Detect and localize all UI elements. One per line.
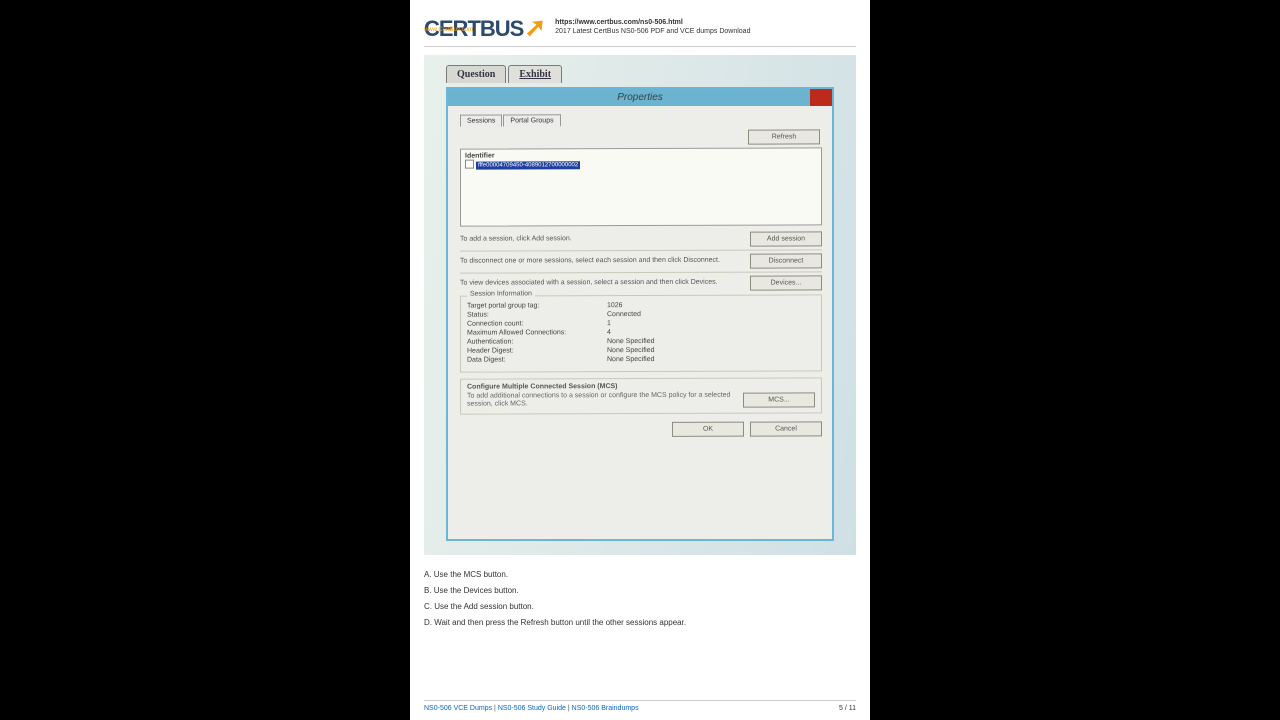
- add-session-button[interactable]: Add session: [750, 231, 822, 246]
- mcs-text: To add additional connections to a sessi…: [467, 392, 743, 410]
- properties-dialog: Properties Sessions Portal Groups Refres…: [446, 87, 834, 541]
- page-header: www.CertBus.com CERTBUS➚ https://www.cer…: [424, 14, 856, 47]
- instr-disconnect: To disconnect one or more sessions, sele…: [460, 257, 750, 266]
- dialog-title: Properties: [448, 89, 832, 106]
- cancel-button[interactable]: Cancel: [750, 421, 822, 436]
- document-page: www.CertBus.com CERTBUS➚ https://www.cer…: [410, 0, 870, 720]
- mcs-title: Configure Multiple Connected Session (MC…: [467, 382, 815, 390]
- mcs-button[interactable]: MCS...: [743, 392, 815, 407]
- session-info-legend: Session Information: [467, 290, 535, 297]
- option-d: D. Wait and then press the Refresh butto…: [424, 615, 856, 631]
- identifier-checkbox[interactable]: [465, 160, 474, 169]
- answer-options: A. Use the MCS button. B. Use the Device…: [424, 567, 856, 631]
- footer-link-vce[interactable]: NS0-506 VCE Dumps: [424, 705, 492, 712]
- disconnect-button[interactable]: Disconnect: [750, 253, 822, 268]
- tab-portal-groups[interactable]: Portal Groups: [503, 114, 560, 126]
- ok-button[interactable]: OK: [672, 421, 744, 436]
- header-subtitle: 2017 Latest CertBus NS0-506 PDF and VCE …: [555, 27, 750, 36]
- identifier-list[interactable]: Identifier fffe00004709450-4089012700000…: [460, 147, 822, 226]
- logo-part-b: BUS: [480, 18, 523, 40]
- instr-add: To add a session, click Add session.: [460, 235, 750, 244]
- option-b: B. Use the Devices button.: [424, 583, 856, 599]
- tab-question[interactable]: Question: [446, 65, 506, 83]
- instr-devices: To view devices associated with a sessio…: [460, 279, 750, 288]
- logo-arrow-icon: ➚: [524, 14, 545, 40]
- header-text: https://www.certbus.com/ns0-506.html 201…: [555, 18, 750, 36]
- refresh-button[interactable]: Refresh: [748, 129, 820, 144]
- devices-button[interactable]: Devices...: [750, 275, 822, 290]
- exhibit-screenshot: Question Exhibit Properties Sessions Por…: [424, 55, 856, 555]
- page-footer: NS0-506 VCE Dumps | NS0-506 Study Guide …: [424, 700, 856, 712]
- tab-exhibit[interactable]: Exhibit: [508, 65, 562, 83]
- dialog-subtabs: Sessions Portal Groups: [460, 113, 822, 126]
- footer-link-study[interactable]: NS0-506 Study Guide: [498, 705, 566, 712]
- option-a: A. Use the MCS button.: [424, 567, 856, 583]
- exhibit-tabs: Question Exhibit: [446, 65, 562, 83]
- close-icon[interactable]: [810, 89, 832, 106]
- logo-url: www.CertBus.com: [424, 27, 473, 33]
- session-information-group: Session Information Target portal group …: [460, 294, 822, 372]
- footer-link-brain[interactable]: NS0-506 Braindumps: [572, 705, 639, 712]
- mcs-group: Configure Multiple Connected Session (MC…: [460, 377, 822, 414]
- page-number: 5 / 11: [839, 705, 856, 712]
- header-url: https://www.certbus.com/ns0-506.html: [555, 18, 750, 27]
- tab-sessions[interactable]: Sessions: [460, 114, 502, 126]
- option-c: C. Use the Add session button.: [424, 599, 856, 615]
- identifier-row[interactable]: fffe00004709450-4089012700000002: [476, 161, 580, 169]
